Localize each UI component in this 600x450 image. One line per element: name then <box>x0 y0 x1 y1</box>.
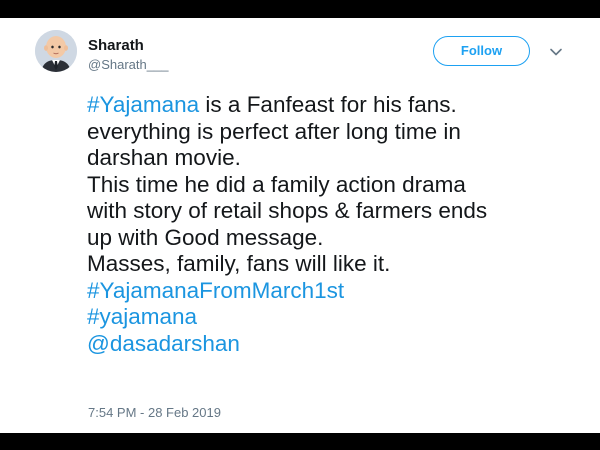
avatar[interactable] <box>35 30 77 72</box>
tweet-line: Masses, family, fans will like it. <box>87 251 391 276</box>
tweet-line: up with Good message. <box>87 224 324 250</box>
hashtag-link[interactable]: #YajamanaFromMarch1st <box>87 278 587 305</box>
tweet-line: #Yajamana is a Fanfeast for his fans. <box>87 92 587 119</box>
tweet-text: #Yajamana is a Fanfeast for his fans. ev… <box>87 92 587 357</box>
user-handle[interactable]: @Sharath___ <box>88 57 168 73</box>
tweet-timestamp[interactable]: 7:54 PM - 28 Feb 2019 <box>88 405 221 421</box>
follow-button[interactable]: Follow <box>433 36 530 66</box>
tweet-line: darshan movie. <box>87 145 241 170</box>
boss-baby-avatar-icon <box>35 30 77 72</box>
tweet-line: This time he did a family action drama <box>87 171 466 197</box>
tweet-card: Sharath @Sharath___ Follow #Yajamana is … <box>0 18 600 433</box>
user-name[interactable]: Sharath <box>88 37 144 55</box>
hashtag-link[interactable]: #yajamana <box>87 304 587 331</box>
tweet-line: with story of retail shops & farmers end… <box>87 198 488 223</box>
hashtag-link[interactable]: #Yajamana <box>87 92 199 117</box>
tweet-line: everything is perfect after long time in <box>87 118 461 144</box>
tweet-text-segment: is a Fanfeast for his fans. <box>199 92 457 117</box>
tweet-header: Sharath @Sharath___ Follow <box>0 18 600 88</box>
chevron-down-icon[interactable] <box>548 44 564 60</box>
mention-link[interactable]: @dasadarshan <box>87 331 587 358</box>
